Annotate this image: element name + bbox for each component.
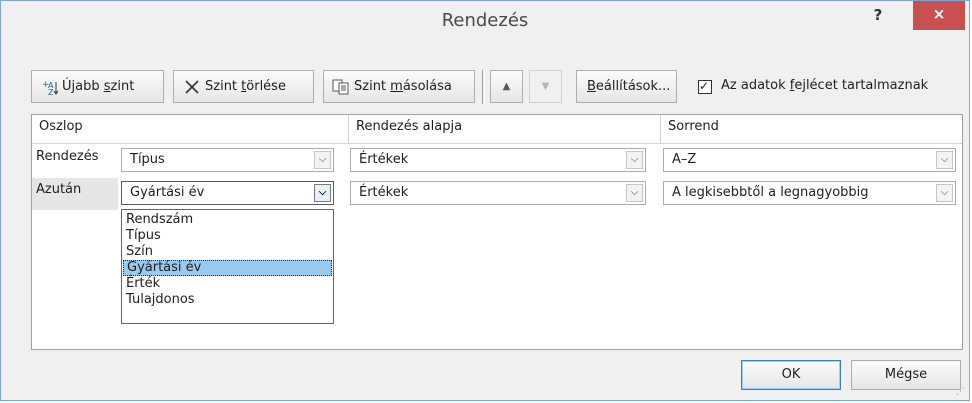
header-underline xyxy=(32,143,962,144)
sort-on-header: Rendezés alapja xyxy=(356,119,463,134)
chevron-down-icon[interactable]: ⌵ xyxy=(626,184,643,202)
move-down-button[interactable]: ▼ xyxy=(529,70,562,103)
header-divider xyxy=(348,115,349,143)
header-checkbox-label-a: Az adatok xyxy=(721,78,790,93)
copy-icon xyxy=(332,79,349,95)
column-header: Oszlop xyxy=(39,119,83,134)
dialog-title: Rendezés xyxy=(441,10,529,31)
dropdown-option[interactable]: Érték xyxy=(123,276,332,292)
resize-grip-icon[interactable]: ⋰ xyxy=(956,387,965,397)
then-by-order-combo[interactable]: A legkisebbtől a legnagyobbig ⌵ xyxy=(663,181,956,205)
row-label-sort-by: Rendezés xyxy=(36,149,99,164)
then-by-order-value: A legkisebbtől a legnagyobbig xyxy=(672,185,869,200)
help-button[interactable]: ? xyxy=(856,1,900,31)
options-label: eállítások... xyxy=(595,79,671,94)
then-by-column-combo[interactable]: Gyártási év ⌵ xyxy=(121,181,334,205)
delete-level-label-a: Szint xyxy=(205,79,242,94)
add-level-icon: + A Z xyxy=(42,80,59,96)
chevron-down-icon[interactable]: ⌵ xyxy=(314,184,331,202)
sort-by-column-combo[interactable]: Típus ⌵ xyxy=(121,148,334,172)
header-divider xyxy=(660,115,661,143)
dropdown-option[interactable]: Szín xyxy=(123,244,332,260)
options-accesskey: B xyxy=(587,79,596,94)
copy-level-label-b: ásolása xyxy=(402,79,452,94)
order-header: Sorrend xyxy=(668,119,719,134)
add-level-label-a: Újabb xyxy=(62,79,104,94)
add-level-label-b: zint xyxy=(110,79,135,94)
ok-button[interactable]: OK xyxy=(741,360,841,390)
dropdown-option[interactable]: Rendszám xyxy=(123,212,332,228)
title-bar: Rendezés ? × xyxy=(1,1,969,41)
delete-level-button[interactable]: Szint törlése xyxy=(173,70,314,103)
add-level-button[interactable]: + A Z Újabb szint xyxy=(31,70,164,103)
delete-x-icon xyxy=(185,80,199,94)
sort-by-sort-on-combo[interactable]: Értékek ⌵ xyxy=(350,148,646,172)
dropdown-option-selected[interactable]: Gyártási év xyxy=(123,260,332,276)
sort-by-order-value: A–Z xyxy=(672,152,697,167)
sort-by-order-combo[interactable]: A–Z ⌵ xyxy=(663,148,956,172)
sort-by-sort-on-value: Értékek xyxy=(359,152,409,167)
check-mark-icon: ✓ xyxy=(699,79,710,93)
move-up-button[interactable]: ▲ xyxy=(490,70,523,103)
chevron-down-icon[interactable]: ⌵ xyxy=(936,184,953,202)
dropdown-option[interactable]: Tulajdonos xyxy=(123,292,332,308)
header-checkbox-label-b: ejlécet tartalmaznak xyxy=(794,78,929,93)
then-by-sort-on-combo[interactable]: Értékek ⌵ xyxy=(350,181,646,205)
then-by-sort-on-value: Értékek xyxy=(359,185,409,200)
toolbar-separator xyxy=(482,70,485,104)
header-checkbox-label[interactable]: Az adatok fejlécet tartalmaznak xyxy=(721,78,928,93)
sort-by-column-value: Típus xyxy=(130,152,165,167)
chevron-down-icon[interactable]: ⌵ xyxy=(314,151,331,169)
cancel-button[interactable]: Mégse xyxy=(851,360,961,390)
chevron-down-icon[interactable]: ⌵ xyxy=(936,151,953,169)
header-checkbox[interactable]: ✓ xyxy=(698,79,712,94)
chevron-down-icon[interactable]: ⌵ xyxy=(626,151,643,169)
options-button[interactable]: Beállítások... xyxy=(576,70,677,103)
svg-text:Z: Z xyxy=(48,88,54,96)
copy-level-button[interactable]: Szint másolása xyxy=(323,70,475,103)
add-level-accesskey: s xyxy=(103,79,111,94)
delete-level-label-b: örlése xyxy=(246,79,286,94)
dropdown-option[interactable]: Típus xyxy=(123,228,332,244)
column-dropdown-list: Rendszám Típus Szín Gyártási év Érték Tu… xyxy=(121,209,334,324)
close-button[interactable]: × xyxy=(913,1,965,30)
copy-level-label-a: Szint xyxy=(354,79,391,94)
then-by-column-value: Gyártási év xyxy=(130,185,205,200)
row-label-then-by[interactable]: Azután xyxy=(36,182,81,197)
sort-dialog: Rendezés ? × + A Z Újabb szint Szint tör… xyxy=(0,0,970,401)
copy-level-accesskey: m xyxy=(390,79,403,94)
